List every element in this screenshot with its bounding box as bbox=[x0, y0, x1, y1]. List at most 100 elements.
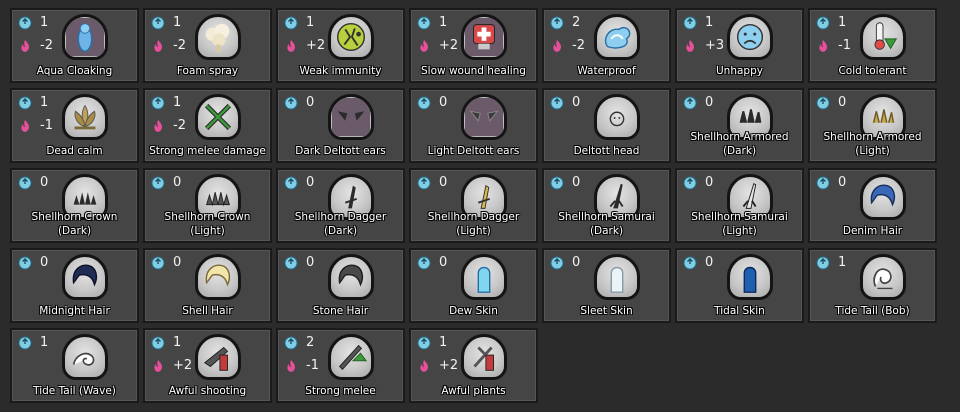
trait-card[interactable]: 0 Light Deltott ears bbox=[409, 88, 538, 163]
fire-stat: -2 bbox=[151, 38, 191, 53]
water-stat: 0 bbox=[816, 95, 856, 110]
trait-grid: 1 -2 Aqua Cloaking 1 -2 Foam spray 1 +2 Weak imm… bbox=[10, 8, 937, 403]
shellhorn-samurai-light-icon bbox=[727, 174, 773, 220]
fire-value: +2 bbox=[173, 358, 193, 373]
foam-spray-icon bbox=[195, 14, 241, 60]
trait-card[interactable]: 1 +2 Weak immunity bbox=[276, 8, 405, 83]
trait-card[interactable]: 0 Shellhorn Dagger (Dark) bbox=[276, 168, 405, 243]
trait-card[interactable]: 0 Shellhorn Dagger (Light) bbox=[409, 168, 538, 243]
water-stat: 0 bbox=[816, 175, 856, 190]
trait-name: Sleet Skin bbox=[580, 305, 633, 317]
trait-card[interactable]: 1 -1 Dead calm bbox=[10, 88, 139, 163]
trait-name: Unhappy bbox=[716, 65, 763, 77]
flame-icon bbox=[154, 359, 162, 372]
trait-card[interactable]: 1 +2 Awful shooting bbox=[143, 328, 272, 403]
awful-shooting-icon bbox=[195, 334, 241, 380]
midnight-hair-icon bbox=[62, 254, 108, 300]
trait-card[interactable]: 0 Stone Hair bbox=[276, 248, 405, 323]
trait-name: Tidal Skin bbox=[714, 305, 765, 317]
trait-card[interactable]: 0 Shellhorn Armored (Light) bbox=[808, 88, 937, 163]
water-value: 1 bbox=[838, 15, 847, 30]
trait-name: Light Deltott ears bbox=[427, 145, 520, 157]
water-droplet-icon bbox=[18, 336, 32, 349]
water-value: 1 bbox=[306, 15, 315, 30]
trait-card[interactable]: 1 Tide Tail (Bob) bbox=[808, 248, 937, 323]
trait-card[interactable]: 2 -1 Strong melee bbox=[276, 328, 405, 403]
trait-name: Slow wound healing bbox=[421, 65, 526, 77]
water-value: 1 bbox=[173, 15, 182, 30]
trait-card[interactable]: 1 Tide Tail (Wave) bbox=[10, 328, 139, 403]
water-stat: 2 bbox=[550, 15, 590, 30]
water-stat: 0 bbox=[151, 175, 191, 190]
trait-card[interactable]: 0 Dew Skin bbox=[409, 248, 538, 323]
waterproof-icon bbox=[594, 14, 640, 60]
trait-card[interactable]: 0 Shellhorn Samurai (Light) bbox=[675, 168, 804, 243]
shell-hair-icon bbox=[195, 254, 241, 300]
fire-value: +2 bbox=[439, 358, 459, 373]
water-droplet-icon bbox=[550, 96, 564, 109]
trait-card[interactable]: 0 Midnight Hair bbox=[10, 248, 139, 323]
water-droplet-icon bbox=[151, 256, 165, 269]
trait-card[interactable]: 0 Shellhorn Crown (Light) bbox=[143, 168, 272, 243]
water-value: 1 bbox=[439, 335, 448, 350]
trait-card[interactable]: 1 -2 Aqua Cloaking bbox=[10, 8, 139, 83]
dew-skin-icon bbox=[461, 254, 507, 300]
water-stat: 0 bbox=[683, 95, 723, 110]
water-value: 0 bbox=[838, 175, 847, 190]
water-droplet-icon bbox=[816, 176, 830, 189]
water-stat: 1 bbox=[18, 95, 58, 110]
trait-name: Tide Tail (Wave) bbox=[33, 385, 116, 397]
water-stat: 1 bbox=[683, 15, 723, 30]
trait-card[interactable]: 2 -2 Waterproof bbox=[542, 8, 671, 83]
water-value: 0 bbox=[173, 255, 182, 270]
flame-icon bbox=[154, 119, 162, 132]
trait-card[interactable]: 0 Sleet Skin bbox=[542, 248, 671, 323]
water-droplet-icon bbox=[151, 336, 165, 349]
trait-card[interactable]: 1 -1 Cold tolerant bbox=[808, 8, 937, 83]
trait-card[interactable]: 0 Denim Hair bbox=[808, 168, 937, 243]
trait-name: Strong melee damage bbox=[149, 145, 266, 157]
flame-icon bbox=[154, 39, 162, 52]
tidal-skin-icon bbox=[727, 254, 773, 300]
trait-card[interactable]: 0 Tidal Skin bbox=[675, 248, 804, 323]
water-droplet-icon bbox=[284, 336, 298, 349]
shellhorn-armored-light-icon bbox=[860, 94, 906, 140]
fire-stat: -1 bbox=[18, 118, 58, 133]
weak-immunity-icon bbox=[328, 14, 374, 60]
trait-card[interactable]: 0 Dark Deltott ears bbox=[276, 88, 405, 163]
water-value: 1 bbox=[40, 95, 49, 110]
water-stat: 2 bbox=[284, 335, 324, 350]
flame-icon bbox=[686, 39, 694, 52]
water-stat: 0 bbox=[18, 175, 58, 190]
trait-card[interactable]: 0 Shellhorn Samurai (Dark) bbox=[542, 168, 671, 243]
dark-deltott-ears-icon bbox=[328, 94, 374, 140]
water-droplet-icon bbox=[284, 16, 298, 29]
water-value: 1 bbox=[40, 15, 49, 30]
trait-card[interactable]: 1 +3 Unhappy bbox=[675, 8, 804, 83]
trait-name: Weak immunity bbox=[299, 65, 382, 77]
trait-card[interactable]: 0 Shellhorn Armored (Dark) bbox=[675, 88, 804, 163]
shellhorn-crown-light-icon bbox=[195, 174, 241, 220]
trait-card[interactable]: 0 Deltott head bbox=[542, 88, 671, 163]
tide-tail-bob-icon bbox=[860, 254, 906, 300]
water-stat: 1 bbox=[151, 15, 191, 30]
water-droplet-icon bbox=[18, 256, 32, 269]
trait-card[interactable]: 1 -2 Strong melee damage bbox=[143, 88, 272, 163]
fire-value: +2 bbox=[439, 38, 459, 53]
trait-card[interactable]: 1 -2 Foam spray bbox=[143, 8, 272, 83]
trait-card[interactable]: 1 +2 Awful plants bbox=[409, 328, 538, 403]
shellhorn-dagger-dark-icon bbox=[328, 174, 374, 220]
water-value: 1 bbox=[40, 335, 49, 350]
water-stat: 1 bbox=[816, 255, 856, 270]
trait-card[interactable]: 1 +2 Slow wound healing bbox=[409, 8, 538, 83]
trait-card[interactable]: 0 Shell Hair bbox=[143, 248, 272, 323]
water-droplet-icon bbox=[18, 96, 32, 109]
water-stat: 0 bbox=[683, 175, 723, 190]
trait-card[interactable]: 0 Shellhorn Crown (Dark) bbox=[10, 168, 139, 243]
flame-icon bbox=[21, 39, 29, 52]
water-value: 0 bbox=[439, 95, 448, 110]
shellhorn-armored-dark-icon bbox=[727, 94, 773, 140]
water-value: 2 bbox=[306, 335, 315, 350]
water-value: 1 bbox=[173, 335, 182, 350]
trait-name: Awful shooting bbox=[168, 385, 247, 397]
